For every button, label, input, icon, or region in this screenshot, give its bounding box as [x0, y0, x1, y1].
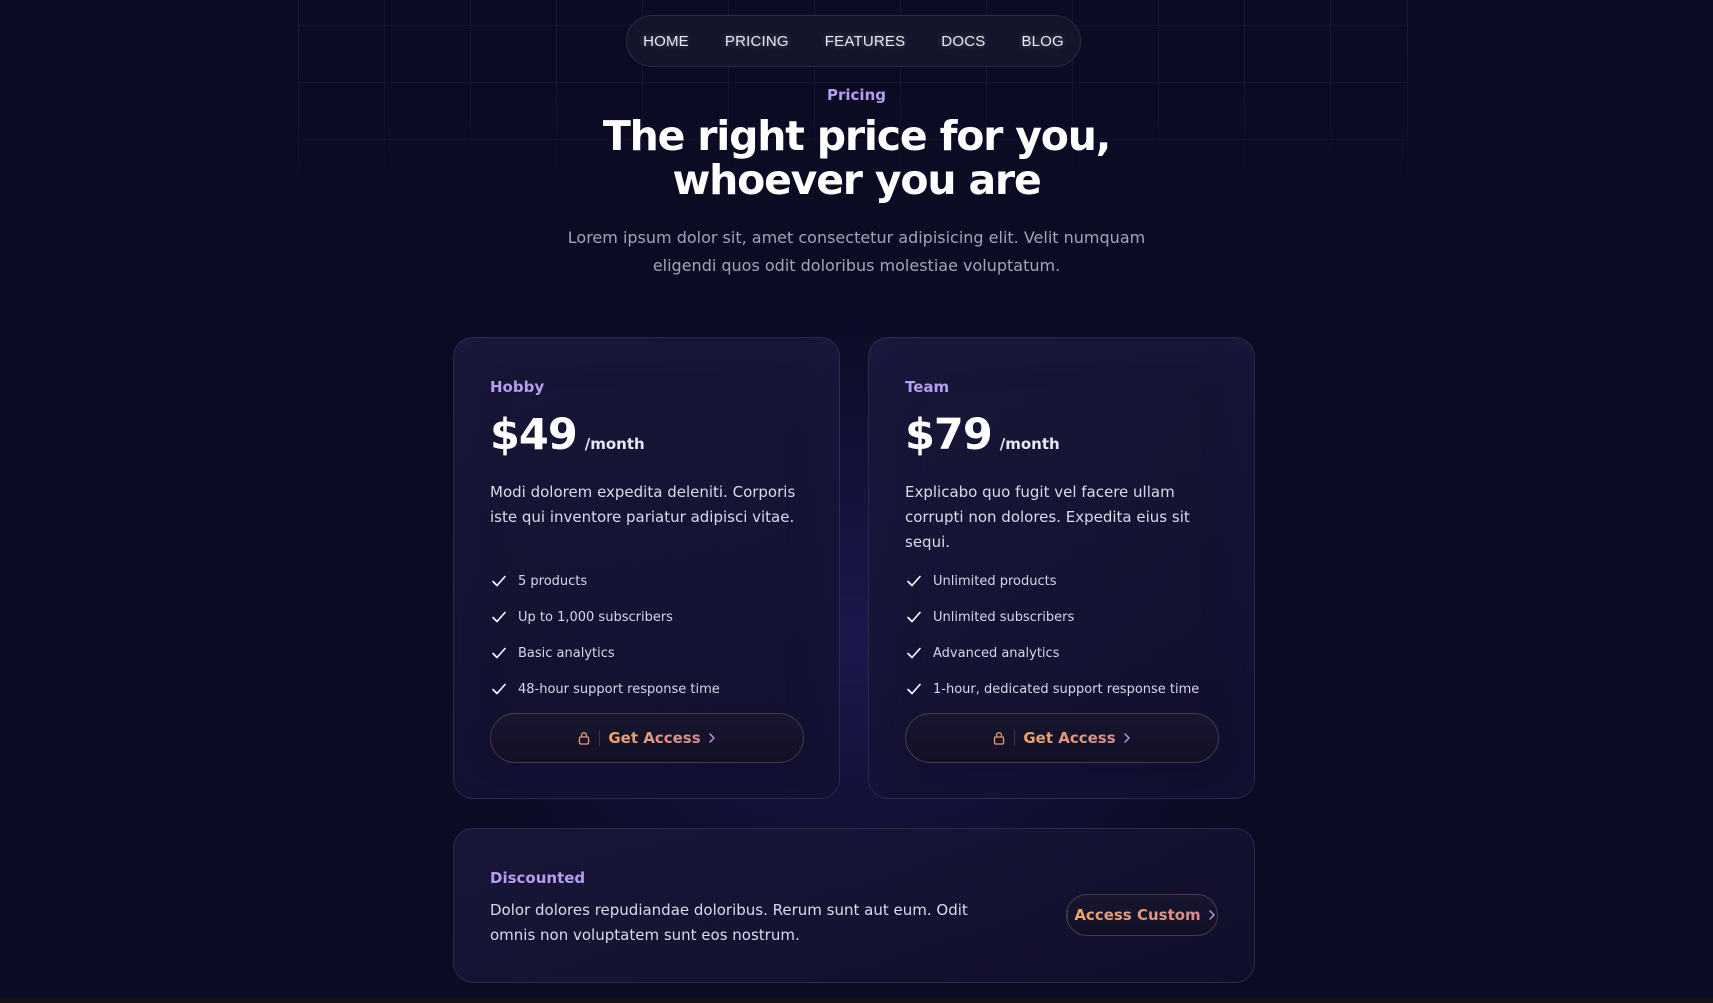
nav-home[interactable]: HOME [625, 33, 707, 50]
check-icon [907, 575, 921, 587]
plan-card-team: Team $79 /month Explicabo quo fugit vel … [868, 337, 1255, 799]
feature-label: Unlimited products [933, 573, 1057, 589]
feature-item: Unlimited products [905, 563, 1199, 599]
button-divider [1014, 730, 1016, 746]
feature-item: Up to 1,000 subscribers [490, 599, 720, 635]
plan-name: Discounted [490, 869, 586, 887]
check-icon [492, 647, 506, 659]
feature-label: Unlimited subscribers [933, 609, 1075, 625]
feature-item: Advanced analytics [905, 635, 1199, 671]
lock-icon [994, 732, 1005, 745]
feature-item: 48-hour support response time [490, 671, 720, 707]
plan-name: Hobby [490, 378, 545, 396]
nav-pricing[interactable]: PRICING [707, 33, 807, 50]
page-title: The right price for you, whoever you are [602, 112, 1111, 204]
button-label: Access Custom [1074, 906, 1201, 924]
plan-name: Team [905, 378, 950, 396]
page-subtitle: Lorem ipsum dolor sit, amet consectetur … [567, 228, 1146, 275]
pricing-page: HOME PRICING FEATURES DOCS BLOG Pricing … [0, 0, 1713, 1003]
price-period: /month [584, 435, 645, 453]
check-icon [907, 683, 921, 695]
check-icon [492, 575, 506, 587]
feature-label: 48-hour support response time [518, 681, 720, 697]
plan-price: $79 /month [905, 410, 1060, 460]
plan-card-discounted: Discounted Dolor dolores repudiandae dol… [453, 828, 1255, 983]
get-access-button[interactable]: Get Access [905, 713, 1219, 763]
button-divider [599, 730, 601, 746]
feature-label: Up to 1,000 subscribers [518, 609, 673, 625]
plan-description: Modi dolorem expedita deleniti. Corporis… [490, 483, 796, 526]
feature-item: Basic analytics [490, 635, 720, 671]
check-icon [492, 683, 506, 695]
chevron-right-icon [708, 733, 715, 743]
top-nav: HOME PRICING FEATURES DOCS BLOG [626, 15, 1081, 67]
nav-features[interactable]: FEATURES [807, 33, 924, 50]
check-icon [492, 611, 506, 623]
price-period: /month [999, 435, 1060, 453]
chevron-right-icon [1123, 733, 1130, 743]
check-icon [907, 647, 921, 659]
page-bottom-edge [0, 998, 1713, 1003]
feature-item: 5 products [490, 563, 720, 599]
feature-label: Advanced analytics [933, 645, 1060, 661]
feature-label: 1-hour, dedicated support response time [933, 681, 1200, 697]
feature-list: 5 products Up to 1,000 subscribers Basic… [490, 563, 720, 707]
plan-description: Explicabo quo fugit vel facere ullam cor… [905, 483, 1190, 551]
plan-price: $49 /month [490, 410, 645, 460]
nav-docs[interactable]: DOCS [923, 33, 1003, 50]
feature-item: 1-hour, dedicated support response time [905, 671, 1199, 707]
lock-icon [579, 732, 590, 745]
plan-description: Dolor dolores repudiandae doloribus. Rer… [490, 901, 968, 944]
button-label: Get Access [1023, 729, 1116, 747]
button-label: Get Access [608, 729, 701, 747]
plan-card-hobby: Hobby $49 /month Modi dolorem expedita d… [453, 337, 840, 799]
get-access-button[interactable]: Get Access [490, 713, 804, 763]
feature-list: Unlimited products Unlimited subscribers… [905, 563, 1199, 707]
check-icon [907, 611, 921, 623]
price-amount: $79 [905, 410, 993, 460]
nav-blog[interactable]: BLOG [1003, 33, 1081, 50]
feature-item: Unlimited subscribers [905, 599, 1199, 635]
button-divider [1067, 907, 1069, 923]
section-eyebrow: Pricing [827, 86, 886, 104]
access-custom-button[interactable]: Access Custom [1066, 894, 1218, 936]
feature-label: 5 products [518, 573, 588, 589]
feature-label: Basic analytics [518, 645, 615, 661]
price-amount: $49 [490, 410, 578, 460]
chevron-right-icon [1208, 910, 1215, 920]
